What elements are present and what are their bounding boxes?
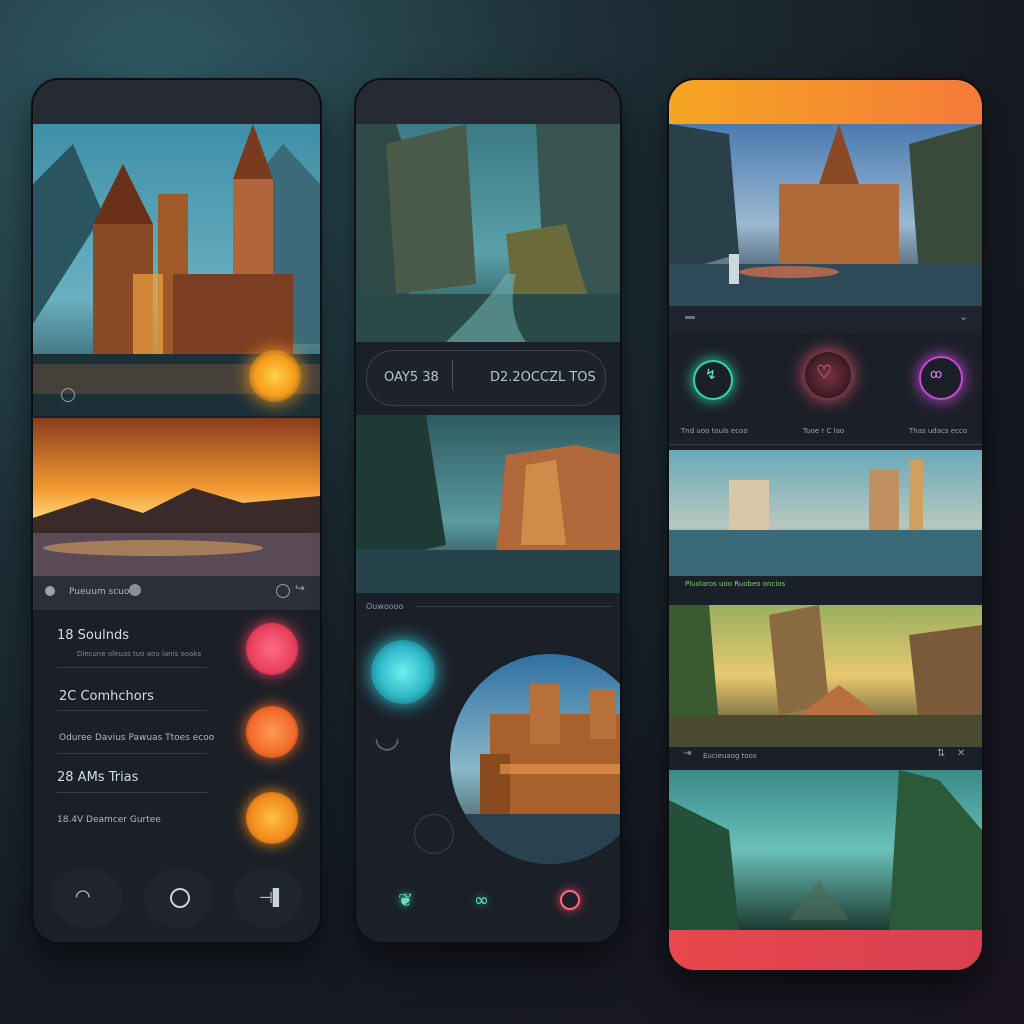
cathedral-scene-image bbox=[669, 124, 982, 306]
sounds-button[interactable] bbox=[246, 623, 298, 675]
status-bar bbox=[669, 80, 982, 124]
list-item-label: Eucieuaog toos bbox=[703, 752, 757, 760]
list-item-title: 18.4V Deamcer Gurtee bbox=[57, 815, 161, 825]
jungle-tent-scene-image bbox=[669, 605, 982, 747]
list-item-title: 2C Comhchors bbox=[59, 689, 154, 704]
lake-castle-scene-image bbox=[669, 450, 982, 576]
sun-badge-icon[interactable] bbox=[249, 350, 301, 402]
phone-screen-3: ⌄ ↯ ♡ ꝏ Tnd uoo touls ecoo Tuoe r C lao … bbox=[669, 80, 982, 970]
link-icon[interactable]: ∞ bbox=[474, 890, 489, 911]
connectors-button[interactable] bbox=[246, 706, 298, 758]
row-label: Tnd uoo touls ecoo bbox=[681, 427, 748, 435]
bottom-accent-bar bbox=[669, 930, 982, 970]
row-label: Tuoe r C lao bbox=[803, 427, 845, 435]
menu-icon[interactable] bbox=[685, 316, 695, 319]
plug-icon: ⊣▌ bbox=[259, 888, 286, 907]
list-item-title: 18 Soulnds bbox=[57, 628, 129, 643]
arc-indicator-icon: ◡ bbox=[374, 720, 401, 755]
divider bbox=[57, 792, 207, 793]
close-icon[interactable]: ✕ bbox=[957, 748, 965, 759]
bolt-icon: ↯ bbox=[705, 367, 717, 383]
stat-left: OAY5 38 bbox=[384, 370, 439, 385]
list-item-title: Oduree Davius Pawuas Ttoes ecoo bbox=[59, 733, 215, 743]
info-icon[interactable] bbox=[61, 388, 75, 402]
divider bbox=[452, 360, 453, 390]
scene-footer bbox=[669, 306, 982, 334]
phone-screen-1: Pueuum scuoo ↪ 18 Soulnds Diecune oleuas… bbox=[33, 80, 320, 942]
scene-caption: Pueuum scuoo bbox=[69, 587, 135, 597]
timer-icon bbox=[170, 888, 190, 908]
heart-icon: ♡ bbox=[816, 362, 833, 383]
chevron-down-icon[interactable]: ⌄ bbox=[959, 310, 968, 323]
dial-control[interactable] bbox=[414, 814, 454, 854]
share-icon[interactable]: ↪ bbox=[295, 581, 305, 595]
divider bbox=[669, 444, 982, 445]
list-icon[interactable]: ⇥ bbox=[683, 748, 691, 759]
stat-right: D2.2OCCZL TOS bbox=[490, 370, 596, 385]
swirl-icon: ꝏ bbox=[930, 367, 943, 381]
status-bar bbox=[356, 80, 620, 124]
toggle-icon[interactable] bbox=[129, 584, 141, 596]
divider bbox=[57, 753, 207, 754]
phone-screen-2: OAY5 38 D2.2OCCZL TOS Ouwoooo ◡ ❦ ∞ bbox=[356, 80, 620, 942]
refresh-icon[interactable] bbox=[276, 584, 290, 598]
list-item-title: 28 AMs Trias bbox=[57, 770, 139, 785]
list-item-subtitle: Diecune oleuas tuo aou lanis ooaks bbox=[77, 650, 201, 658]
divider bbox=[416, 606, 612, 607]
scan-button[interactable] bbox=[371, 640, 435, 704]
dot-icon bbox=[45, 586, 55, 596]
sort-icon[interactable]: ⇅ bbox=[937, 748, 945, 759]
canyon-scene-image bbox=[356, 124, 620, 342]
scene-caption: Pluolaros uoo Ruobeo oncios bbox=[685, 580, 786, 588]
misty-forest-scene-image bbox=[669, 770, 982, 930]
cliff-scene-image bbox=[356, 415, 620, 593]
mansion-preview-image[interactable] bbox=[446, 650, 620, 868]
sunset-scene-image bbox=[33, 418, 320, 576]
status-bar bbox=[33, 80, 320, 124]
record-icon[interactable] bbox=[560, 890, 580, 910]
divider bbox=[57, 667, 207, 668]
row-label: Thas udacs ecco bbox=[909, 427, 968, 435]
section-label: Ouwoooo bbox=[366, 602, 404, 611]
leaf-icon[interactable]: ❦ bbox=[398, 890, 413, 911]
divider bbox=[57, 710, 207, 711]
sun-button[interactable] bbox=[246, 792, 298, 844]
gauge-icon: ◠ bbox=[75, 886, 91, 907]
